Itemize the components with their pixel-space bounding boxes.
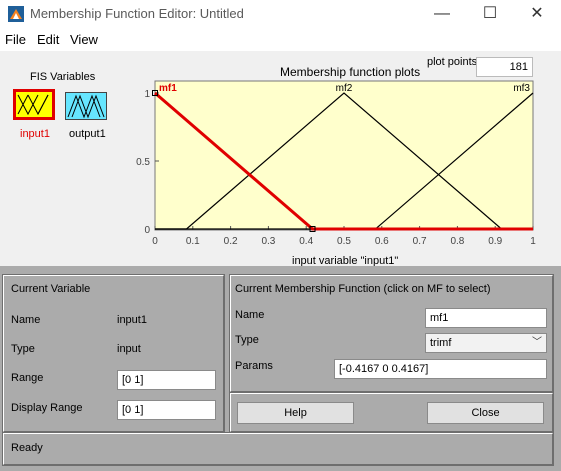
mf-label-mf1: mf1 bbox=[159, 83, 177, 94]
window-title: Membership Function Editor: Untitled bbox=[30, 6, 244, 21]
x-tick-label: 0 bbox=[152, 236, 158, 247]
membership-function-plot[interactable]: 0 0.1 0.2 0.3 0.4 0.5 0.6 0.7 0.8 0.9 1 0 0.5 1 mf1 mf2… bbox=[130, 79, 540, 255]
plot-points-label: plot points: bbox=[427, 56, 481, 68]
close-icon[interactable]: ✕ bbox=[522, 4, 552, 24]
x-tick-label: 0.1 bbox=[186, 236, 200, 247]
mf-name-label: Name bbox=[235, 309, 265, 321]
cv-type-value: input bbox=[117, 343, 141, 355]
current-mf-panel: Current Membership Function (click on MF… bbox=[229, 274, 554, 393]
y-tick-label: 1 bbox=[144, 89, 150, 100]
mf-params-label: Params bbox=[235, 360, 273, 372]
x-tick-label: 0.6 bbox=[375, 236, 389, 247]
x-tick-label: 0.2 bbox=[224, 236, 238, 247]
menu-bar: File Edit View bbox=[0, 29, 561, 51]
x-tick-label: 0.5 bbox=[337, 236, 351, 247]
mf-type-label: Type bbox=[235, 334, 259, 346]
title-bar: Membership Function Editor: Untitled — ☐… bbox=[0, 0, 561, 29]
cv-name-value: input1 bbox=[117, 314, 147, 326]
x-tick-label: 0.7 bbox=[413, 236, 427, 247]
plot-title: Membership function plots bbox=[280, 65, 421, 79]
mf-label-mf2: mf2 bbox=[336, 83, 353, 94]
status-panel: Ready bbox=[2, 432, 554, 466]
fis-variables-title: FIS Variables bbox=[30, 71, 96, 83]
y-tick-label: 0 bbox=[144, 225, 150, 236]
cv-name-label: Name bbox=[11, 314, 41, 326]
minimize-icon[interactable]: — bbox=[427, 4, 457, 24]
fis-output-variable[interactable] bbox=[65, 92, 107, 120]
current-variable-title: Current Variable bbox=[11, 283, 91, 295]
close-button[interactable]: Close bbox=[427, 402, 544, 424]
mf-type-value: trimf bbox=[430, 337, 452, 349]
cv-type-label: Type bbox=[11, 343, 35, 355]
button-panel: Help Close bbox=[229, 392, 554, 433]
mf-name-input[interactable]: mf1 bbox=[425, 308, 547, 328]
fis-input-label: input1 bbox=[20, 128, 50, 140]
status-text: Ready bbox=[11, 442, 43, 454]
mf-label-mf3: mf3 bbox=[513, 83, 530, 94]
menu-edit[interactable]: Edit bbox=[37, 32, 59, 47]
x-tick-label: 1 bbox=[530, 236, 536, 247]
menu-view[interactable]: View bbox=[70, 32, 98, 47]
cv-display-range-label: Display Range bbox=[11, 402, 83, 414]
plot-points-input[interactable]: 181 bbox=[476, 57, 533, 77]
menu-file[interactable]: File bbox=[5, 32, 26, 47]
x-tick-label: 0.4 bbox=[299, 236, 313, 247]
range-input[interactable]: [0 1] bbox=[117, 370, 216, 390]
fis-input-variable[interactable] bbox=[13, 89, 55, 120]
help-button[interactable]: Help bbox=[237, 402, 354, 424]
maximize-icon[interactable]: ☐ bbox=[475, 4, 505, 24]
x-tick-label: 0.8 bbox=[450, 236, 464, 247]
y-tick-label: 0.5 bbox=[136, 157, 150, 168]
matlab-app-icon bbox=[8, 6, 24, 22]
display-range-input[interactable]: [0 1] bbox=[117, 400, 216, 420]
control-area: Current Variable Name input1 Type input … bbox=[0, 266, 561, 471]
mf-shape-icon bbox=[67, 94, 105, 119]
chevron-down-icon: ﹀ bbox=[532, 337, 542, 348]
plot-area: FIS Variables input1 output1 Membership … bbox=[0, 51, 561, 267]
current-variable-panel: Current Variable Name input1 Type input … bbox=[2, 274, 225, 433]
fis-output-label: output1 bbox=[69, 128, 106, 140]
mf-params-input[interactable]: [-0.4167 0 0.4167] bbox=[334, 359, 547, 379]
x-tick-label: 0.3 bbox=[261, 236, 275, 247]
current-mf-title: Current Membership Function (click on MF… bbox=[235, 283, 491, 295]
mf-type-select[interactable]: trimf ﹀ bbox=[425, 333, 547, 353]
mf-shape-icon bbox=[17, 94, 49, 116]
x-tick-label: 0.9 bbox=[488, 236, 502, 247]
cv-range-label: Range bbox=[11, 372, 44, 384]
